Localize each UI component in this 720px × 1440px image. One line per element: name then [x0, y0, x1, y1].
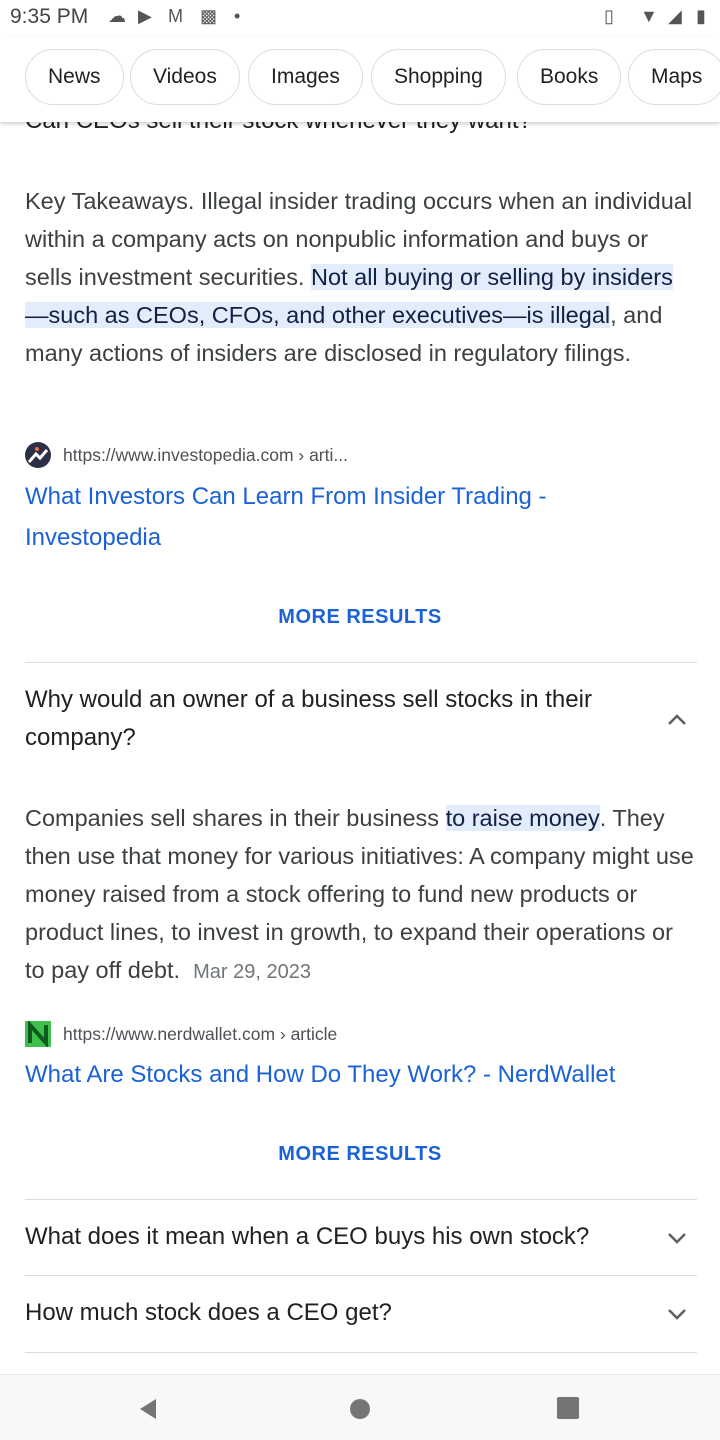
chevron-down-icon[interactable]	[664, 1228, 690, 1248]
divider	[25, 662, 697, 663]
divider	[25, 1352, 697, 1353]
source-url: https://www.investopedia.com › arti...	[63, 444, 348, 465]
recents-icon[interactable]	[557, 1397, 579, 1419]
source[interactable]: https://www.investopedia.com › arti...	[25, 442, 348, 468]
home-icon[interactable]	[348, 1397, 372, 1421]
answer-text: Companies sell shares in their business	[25, 805, 446, 831]
source-url: https://www.nerdwallet.com › article	[63, 1023, 338, 1044]
nerdwallet-favicon-icon	[25, 1021, 51, 1047]
more-results-button[interactable]: MORE RESULTS	[0, 1143, 720, 1166]
photos-icon: ▩	[200, 6, 218, 26]
gmail-icon: M	[168, 6, 183, 26]
chevron-down-icon[interactable]	[664, 1304, 690, 1324]
divider	[25, 1199, 697, 1200]
answer-text: . They then use that money for various i…	[25, 805, 694, 983]
messages-icon: ☁	[108, 6, 126, 26]
back-icon[interactable]	[136, 1397, 160, 1421]
search-filter-chips: News Videos Images Shopping Books Maps	[0, 36, 720, 122]
wifi-icon: ▼	[640, 6, 658, 26]
source[interactable]: https://www.nerdwallet.com › article	[25, 1021, 337, 1047]
clock: 9:35 PM	[10, 5, 89, 28]
chip-maps[interactable]: Maps	[628, 49, 720, 105]
faq-answer: Companies sell shares in their business …	[25, 799, 695, 991]
signal-icon: ◢	[668, 6, 682, 26]
divider	[25, 1275, 697, 1276]
android-nav-bar	[0, 1374, 720, 1440]
result-title-link[interactable]: What Investors Can Learn From Insider Tr…	[25, 476, 685, 558]
result-title-link[interactable]: What Are Stocks and How Do They Work? - …	[25, 1054, 685, 1095]
chip-news[interactable]: News	[25, 49, 124, 105]
faq-answer: Key Takeaways. Illegal insider trading o…	[25, 182, 695, 372]
battery-icon: ▮	[696, 6, 706, 26]
answer-highlight: to raise money	[445, 805, 600, 831]
faq-question[interactable]: Why would an owner of a business sell st…	[25, 681, 625, 757]
faq-question[interactable]: How much stock does a CEO get?	[25, 1294, 625, 1332]
faq-question[interactable]: What does it mean when a CEO buys his ow…	[25, 1218, 625, 1256]
youtube-icon: ▶	[138, 6, 152, 26]
vibrate-icon: ▯	[604, 6, 614, 26]
chip-images[interactable]: Images	[248, 49, 363, 105]
answer-date: Mar 29, 2023	[193, 961, 311, 983]
more-results-button[interactable]: MORE RESULTS	[0, 606, 720, 629]
dot-icon: •	[234, 6, 241, 26]
status-bar: 9:35 PM ☁ ▶ M ▩ • ▯ ▼ ◢ ▮	[0, 0, 720, 36]
chip-books[interactable]: Books	[517, 49, 622, 105]
chip-videos[interactable]: Videos	[130, 49, 240, 105]
chip-shopping[interactable]: Shopping	[371, 49, 506, 105]
chevron-up-icon[interactable]	[664, 710, 690, 730]
investopedia-favicon-icon	[25, 442, 51, 468]
